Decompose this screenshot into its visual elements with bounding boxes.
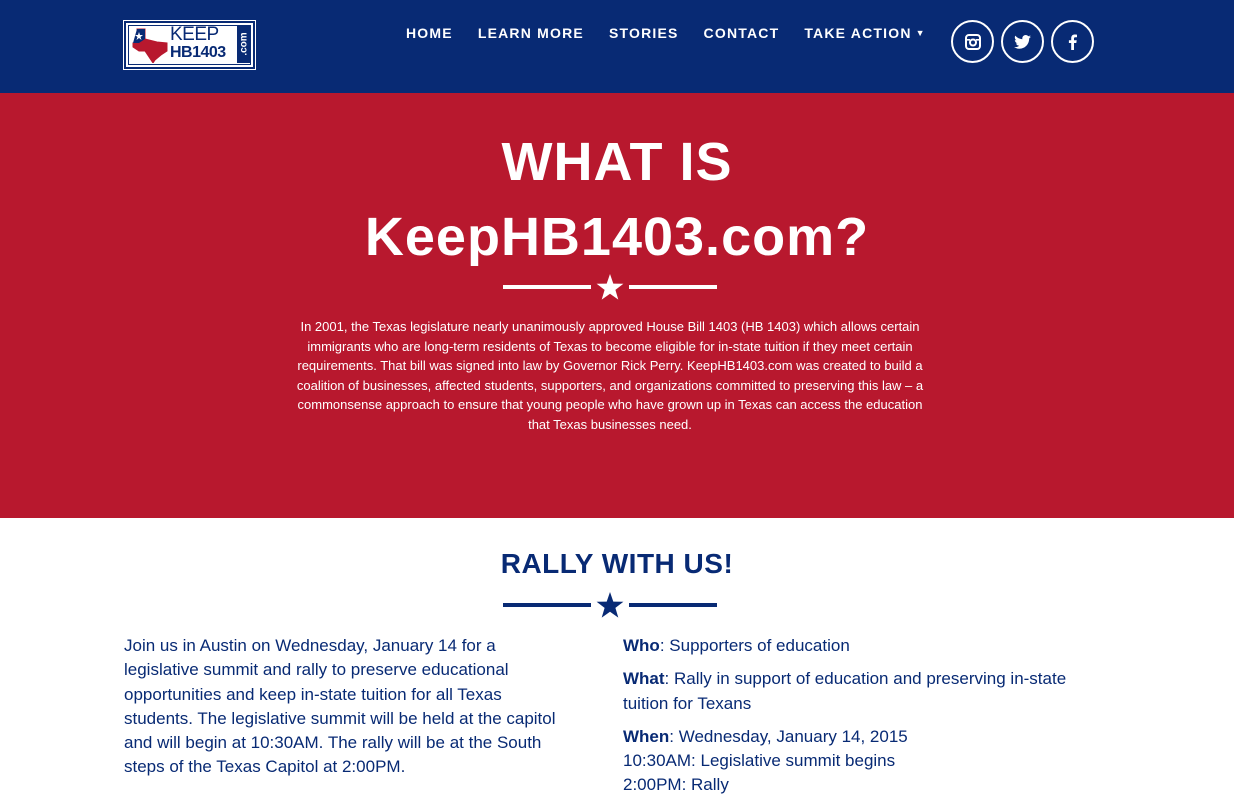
divider-line-left (503, 285, 591, 289)
top-nav: KEEP HB1403 .com HOME LEARN MORE STORIES… (0, 0, 1234, 93)
nav-learn-more[interactable]: LEARN MORE (478, 25, 584, 43)
hero-description: In 2001, the Texas legislature nearly un… (296, 319, 924, 432)
star-icon (596, 592, 624, 618)
logo-dotcom-text: .com (238, 32, 250, 56)
nav-take-action-label: TAKE ACTION (804, 25, 912, 41)
star-icon (596, 274, 624, 300)
site-logo[interactable]: KEEP HB1403 .com (123, 20, 256, 70)
rally-divider (503, 590, 717, 620)
instagram-button[interactable] (951, 20, 994, 63)
texas-flag-map-icon (132, 28, 168, 63)
instagram-icon (964, 33, 981, 50)
rally-title: RALLY WITH US! (500, 548, 734, 579)
nav-stories[interactable]: STORIES (609, 25, 679, 43)
logo-hb-text: HB1403 (170, 44, 226, 61)
rally-details: Who: Supporters of education What: Rally… (623, 634, 1073, 807)
facebook-button[interactable] (1051, 20, 1094, 63)
facebook-icon (1068, 34, 1077, 50)
hero-title-line2: KeepHB1403.com? (364, 207, 870, 267)
caret-down-icon: ▼ (915, 28, 926, 38)
rally-intro: Join us in Austin on Wednesday, January … (124, 636, 556, 777)
when-label: When (623, 726, 670, 746)
nav-take-action[interactable]: TAKE ACTION ▼ (804, 25, 925, 43)
twitter-icon (1014, 34, 1031, 49)
hero-title: WHAT IS KeepHB1403.com? (0, 125, 1234, 275)
rally-when: When: Wednesday, January 14, 2015 10:30AM… (623, 725, 1073, 798)
what-label: What (623, 669, 665, 689)
divider-line-left (503, 603, 591, 607)
when-rally: 2:00PM: Rally (623, 775, 729, 795)
nav-contact[interactable]: CONTACT (704, 25, 780, 43)
who-value: : Supporters of education (659, 636, 850, 655)
rally-what: What: Rally in support of education and … (623, 667, 1073, 716)
logo-keep-text: KEEP (170, 24, 219, 45)
when-value: : Wednesday, January 14, 2015 (669, 726, 908, 746)
who-label: Who (623, 636, 660, 655)
what-value: : Rally in support of education and pres… (623, 669, 1067, 713)
main-menu: HOME LEARN MORE STORIES CONTACT TAKE ACT… (406, 25, 951, 43)
hero-divider (503, 272, 717, 302)
hero-section: WHAT IS KeepHB1403.com? In 2001, the Tex… (0, 93, 1234, 518)
nav-home[interactable]: HOME (406, 25, 453, 43)
when-summit: 10:30AM: Legislative summit begins (623, 751, 896, 771)
hero-title-line1: WHAT IS (501, 132, 733, 192)
twitter-button[interactable] (1001, 20, 1044, 63)
rally-who: Who: Supporters of education (623, 634, 1073, 658)
social-links (951, 20, 1094, 63)
divider-line-right (629, 285, 717, 289)
logo-dotcom: .com (237, 25, 251, 63)
divider-line-right (629, 603, 717, 607)
